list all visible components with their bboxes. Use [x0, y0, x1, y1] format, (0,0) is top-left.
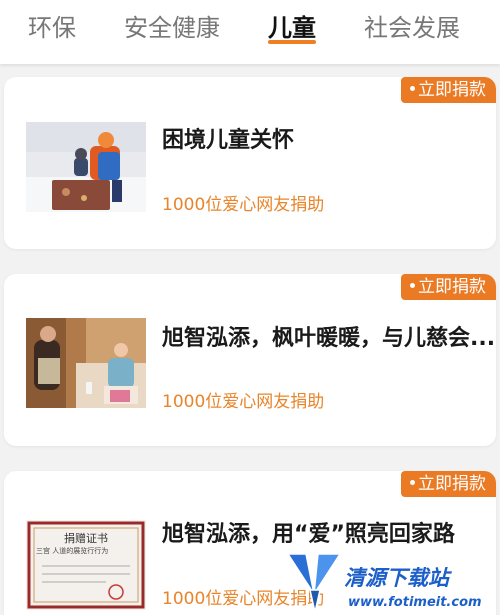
- watermark-url: www.fotimeit.com: [348, 595, 482, 610]
- tab-environment[interactable]: 环保: [28, 8, 76, 43]
- project-title: 困境儿童关怀: [162, 128, 295, 153]
- donate-now-label: 立即捐款: [418, 277, 486, 297]
- watermark-brand: 清源下载站: [344, 566, 449, 590]
- tab-social-development[interactable]: 社会发展: [364, 8, 460, 43]
- category-tab-bar: 环保 安全健康 儿童 社会发展: [0, 0, 500, 64]
- bullet-dot-icon: [410, 282, 415, 288]
- donation-certificate-photo: 捐赠证书 三宫 人道的展览行行为: [26, 520, 146, 610]
- active-tab-indicator: [268, 40, 316, 44]
- donate-now-button[interactable]: 立即捐款: [401, 274, 496, 300]
- certificate-heading: 捐赠证书: [64, 532, 108, 545]
- certificate-text: 三宫 人道的展览行行为: [36, 547, 109, 555]
- project-card[interactable]: 立即捐款 旭智泓添，枫叶暖暖，与儿慈会... 1000位爱心网友捐助: [4, 274, 496, 446]
- project-title: 旭智泓添，枫叶暖暖，与儿慈会...: [162, 326, 496, 351]
- project-card[interactable]: 立即捐款 困境儿童关怀 1000位爱心网友捐助: [4, 77, 496, 249]
- bullet-dot-icon: [410, 85, 415, 91]
- donate-now-label: 立即捐款: [418, 474, 486, 494]
- donor-count: 1000位爱心网友捐助: [162, 392, 325, 412]
- donate-now-button[interactable]: 立即捐款: [401, 471, 496, 497]
- child-in-snow-photo: [26, 122, 146, 212]
- volunteers-visit-photo: [26, 318, 146, 408]
- bullet-dot-icon: [410, 479, 415, 485]
- donate-now-label: 立即捐款: [418, 80, 486, 100]
- project-title: 旭智泓添，用“爱”照亮回家路: [162, 522, 455, 547]
- tab-children[interactable]: 儿童: [268, 8, 316, 43]
- tab-safety-health[interactable]: 安全健康: [124, 8, 220, 43]
- donate-now-button[interactable]: 立即捐款: [401, 77, 496, 103]
- donor-count: 1000位爱心网友捐助: [162, 195, 325, 215]
- site-watermark: 清源下载站 www.fotimeit.com: [284, 550, 500, 615]
